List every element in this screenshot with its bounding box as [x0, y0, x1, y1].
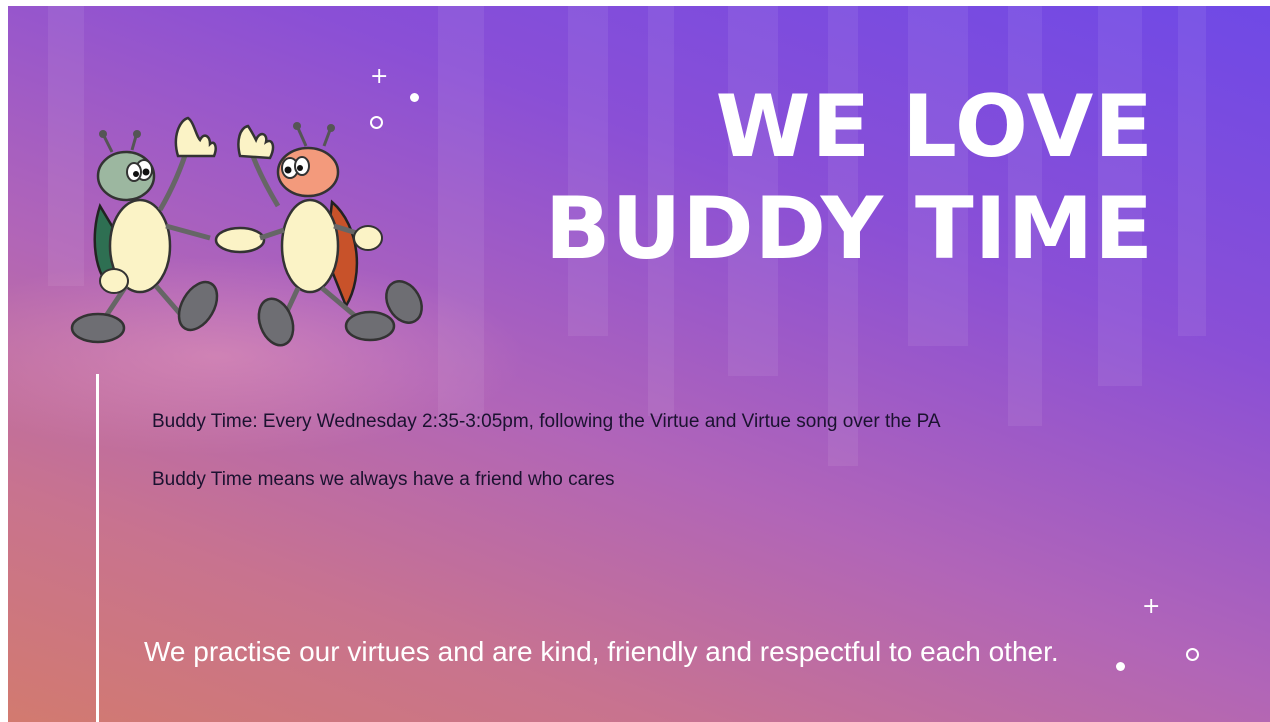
two-bugs-shaking-hands-illustration [70, 116, 423, 347]
title-line-2: BUDDY TIME [544, 179, 1154, 279]
body-text-friend: Buddy Time means we always have a friend… [152, 469, 615, 490]
plus-decoration-icon: + [1142, 594, 1161, 619]
plus-decoration-icon: + [370, 64, 389, 89]
vertical-divider [96, 374, 99, 722]
slide-title: WE LOVE BUDDY TIME [454, 76, 1154, 280]
dot-decoration-icon [410, 93, 419, 102]
ring-decoration-icon [1186, 648, 1199, 661]
orange-bug [237, 122, 423, 347]
virtues-quote: We practise our virtues and are kind, fr… [144, 636, 1059, 667]
title-line-1: WE LOVE [715, 77, 1154, 177]
ring-decoration-icon [370, 116, 383, 129]
dot-decoration-icon [1116, 662, 1125, 671]
body-text-schedule: Buddy Time: Every Wednesday 2:35-3:05pm,… [152, 411, 941, 432]
screen: + + WE LOVE BUDDY TIME Buddy Time: Every… [0, 0, 1270, 722]
green-bug [70, 116, 219, 344]
slide: + + WE LOVE BUDDY TIME Buddy Time: Every… [8, 6, 1270, 722]
handshake [214, 226, 266, 254]
